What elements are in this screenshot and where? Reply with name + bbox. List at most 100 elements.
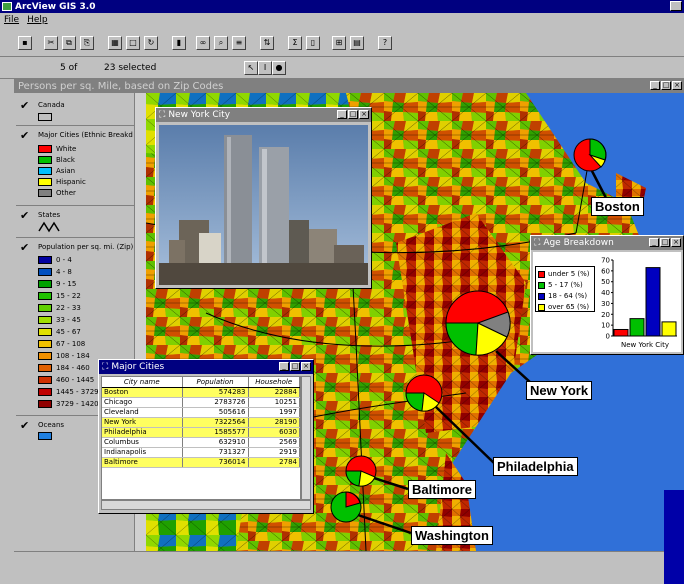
cell-households: 10251	[248, 397, 300, 408]
age-chart-tick-label: 40	[601, 289, 610, 297]
legend-city-label: Other	[56, 189, 76, 197]
legend-population-swatch	[38, 400, 52, 408]
status-row: 5 of 23 selected ↖ I ●	[0, 57, 684, 79]
edit-tool-icon[interactable]: I	[258, 61, 272, 75]
cell-population: 736014	[182, 457, 249, 468]
nyc-skyline-photo	[159, 125, 368, 285]
map-window-controls: _ □ ×	[650, 81, 682, 90]
age-legend-item: 18 - 64 (%)	[538, 291, 587, 301]
pointer-tool-icon[interactable]: ↖	[244, 61, 258, 75]
table-row[interactable]: Indianapolis 731327 2919	[102, 447, 300, 458]
minimize-button[interactable]: _	[650, 81, 660, 90]
table-icon[interactable]: ▦	[108, 36, 122, 50]
legend-city-swatch	[38, 167, 52, 175]
copy-icon[interactable]: ⧉	[62, 36, 76, 50]
cell-city: Philadelphia	[102, 427, 183, 438]
table-row[interactable]: Philadelphia 1585577 6030	[102, 427, 300, 438]
refresh-icon[interactable]: ↻	[144, 36, 158, 50]
cell-city: Chicago	[102, 397, 183, 408]
legend-population-label: 4 - 8	[56, 268, 72, 276]
identify-tool-icon[interactable]: ●	[272, 61, 286, 75]
map-hscrollbar[interactable]	[14, 551, 684, 584]
age-chart-xlabel: New York City	[621, 341, 669, 349]
age-chart-tick-label: 50	[601, 278, 610, 286]
age-window-title: Age Breakdown	[543, 238, 614, 248]
close-button[interactable]: ×	[671, 238, 681, 247]
population-visibility-check[interactable]: ✔	[20, 241, 29, 254]
age-breakdown-window: ⛶ Age Breakdown _ □ × under 5 (%) 5 - 17 …	[530, 235, 684, 355]
oceans-visibility-check[interactable]: ✔	[20, 419, 29, 432]
sort-icon[interactable]: ⇅	[260, 36, 274, 50]
list-icon[interactable]: ≡	[232, 36, 246, 50]
age-bar	[661, 321, 677, 337]
age-legend-item: 5 - 17 (%)	[538, 280, 583, 290]
table-row[interactable]: Boston 574283 22884	[102, 387, 300, 398]
save-icon[interactable]: ▪	[18, 36, 32, 50]
binoculars-icon[interactable]: ∞	[196, 36, 210, 50]
city-label-philadelphia: Philadelphia	[493, 457, 578, 476]
align-icon[interactable]: ⊞	[332, 36, 346, 50]
age-legend-label: 5 - 17 (%)	[548, 281, 583, 289]
cell-city: Indianapolis	[102, 447, 183, 458]
canada-visibility-check[interactable]: ✔	[20, 99, 29, 112]
cities-visibility-check[interactable]: ✔	[20, 129, 29, 142]
maximize-button[interactable]: □	[290, 362, 300, 371]
legend-population-swatch	[38, 268, 52, 276]
paste-icon[interactable]: ⎘	[80, 36, 94, 50]
minimize-button[interactable]: _	[279, 362, 289, 371]
column-header-city[interactable]: City name	[102, 377, 183, 388]
table-vscrollbar[interactable]	[301, 376, 311, 500]
desktop-background	[664, 490, 684, 584]
city-label-boston: Boston	[591, 197, 644, 216]
legend-population-swatch	[38, 328, 52, 336]
legend-population-swatch	[38, 340, 52, 348]
maximize-button[interactable]: □	[661, 81, 671, 90]
photo-window-icon: ⛶	[159, 110, 166, 120]
column-header-households[interactable]: Househole	[248, 377, 300, 388]
table-row[interactable]: Chicago 2783726 10251	[102, 397, 300, 408]
map-window-titlebar: Persons per sq. Mile, based on Zip Codes…	[14, 79, 684, 93]
age-legend-swatch	[538, 303, 545, 311]
states-visibility-check[interactable]: ✔	[20, 209, 29, 222]
cell-population: 7322564	[182, 417, 249, 428]
menu-file[interactable]: File	[4, 15, 19, 25]
query-icon[interactable]: ⌕	[214, 36, 228, 50]
age-window-controls: _ □ ×	[649, 238, 681, 247]
cell-city: Columbus	[102, 437, 183, 448]
close-button[interactable]: ×	[301, 362, 311, 371]
table-row[interactable]: Columbus 632910 2569	[102, 437, 300, 448]
major-cities-window: ⛶ Major Cities _ □ × City name Populatio…	[98, 359, 314, 514]
age-legend-label: under 5 (%)	[548, 270, 590, 278]
age-chart-tick-label: 0	[606, 333, 610, 341]
cell-households: 2919	[248, 447, 300, 458]
column-header-population[interactable]: Population	[182, 377, 249, 388]
chart-icon[interactable]: ▮	[172, 36, 186, 50]
legend-population-label: 9 - 15	[56, 280, 77, 288]
table-row[interactable]: Baltimore 736014 2784	[102, 457, 300, 468]
table-row[interactable]: New York 7322564 28190	[102, 417, 300, 428]
stats-icon[interactable]: ▯	[306, 36, 320, 50]
state-line-icon	[38, 221, 60, 233]
table-window-icon: ⛶	[102, 362, 109, 372]
cell-population: 1585577	[182, 427, 249, 438]
cell-population: 2783726	[182, 397, 249, 408]
age-chart-legend: under 5 (%) 5 - 17 (%) 18 - 64 (%) over 65 …	[535, 266, 595, 312]
help-icon[interactable]: ?	[378, 36, 392, 50]
legend-population-swatch	[38, 256, 52, 264]
menu-help[interactable]: Help	[27, 15, 48, 25]
minimize-button[interactable]: _	[337, 110, 347, 119]
close-button[interactable]: ×	[672, 81, 682, 90]
legend-population-label: 15 - 22	[56, 292, 81, 300]
close-button[interactable]: ×	[359, 110, 369, 119]
minimize-button[interactable]: _	[649, 238, 659, 247]
maximize-button[interactable]: □	[660, 238, 670, 247]
window-restore-button[interactable]	[670, 1, 682, 11]
major-cities-title: Major Cities	[111, 362, 165, 372]
maximize-button[interactable]: □	[348, 110, 358, 119]
cut-icon[interactable]: ✂	[44, 36, 58, 50]
table-hscrollbar[interactable]	[101, 500, 311, 510]
select-table-icon[interactable]: ▤	[350, 36, 364, 50]
layer-icon[interactable]: □	[126, 36, 140, 50]
sum-icon[interactable]: Σ	[288, 36, 302, 50]
table-row[interactable]: Cleveland 505616 1997	[102, 407, 300, 418]
